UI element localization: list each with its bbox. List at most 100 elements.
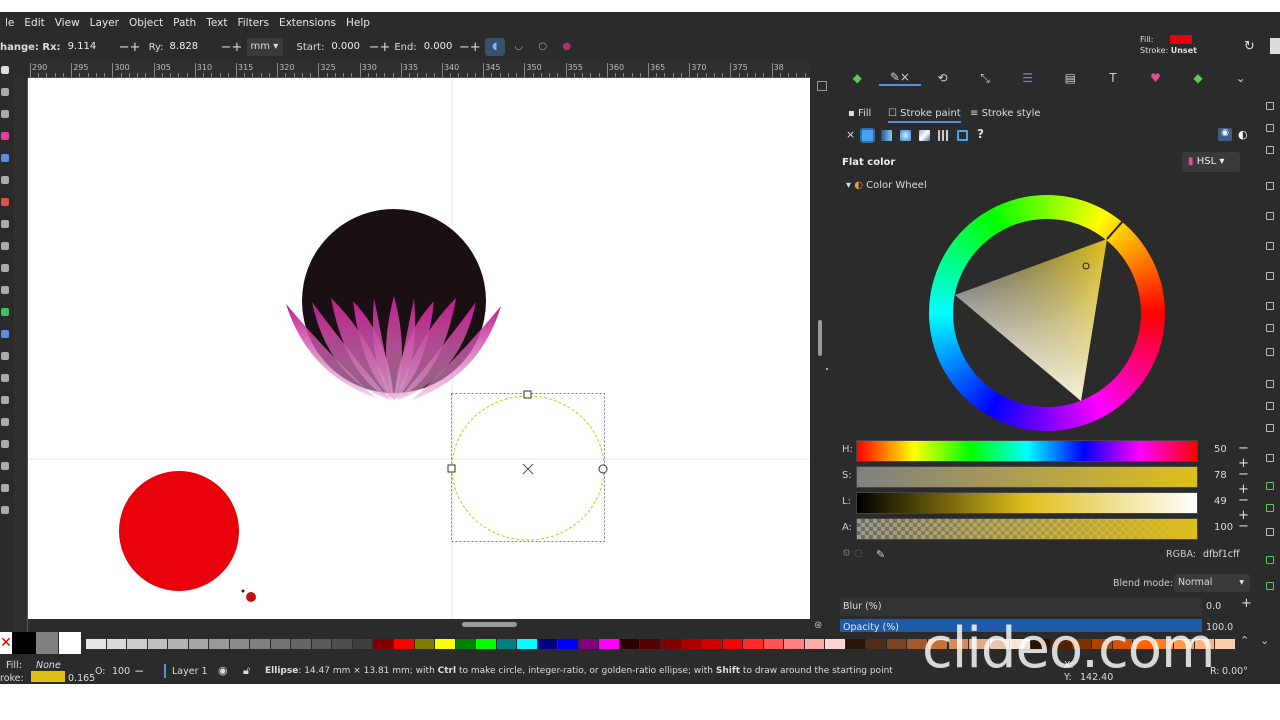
palette-swatch[interactable] bbox=[86, 639, 106, 649]
duplicate-icon[interactable] bbox=[1266, 402, 1274, 410]
menu-file[interactable]: le bbox=[0, 17, 19, 29]
color-wheel-expander[interactable]: ▾ ◐ Color Wheel bbox=[846, 180, 927, 191]
eraser-tool-icon[interactable] bbox=[1, 440, 9, 448]
layer-lock-icon[interactable]: 🔓︎ bbox=[243, 664, 250, 678]
palette-swatch[interactable] bbox=[866, 639, 886, 649]
hue-value[interactable]: 50 bbox=[1214, 444, 1227, 455]
alpha-slider[interactable] bbox=[856, 518, 1198, 540]
palette-swatch[interactable] bbox=[147, 639, 168, 649]
document-tab-icon[interactable]: ▤ bbox=[1049, 71, 1092, 85]
ungroup-icon[interactable] bbox=[1266, 504, 1274, 512]
layer-visibility-icon[interactable]: ◉ bbox=[218, 664, 228, 677]
clone-icon[interactable] bbox=[1266, 424, 1274, 432]
calligraphy-tool-icon[interactable] bbox=[1, 264, 9, 272]
palette-swatch[interactable] bbox=[414, 639, 435, 649]
open-icon[interactable] bbox=[1266, 124, 1274, 132]
lightness-slider[interactable] bbox=[856, 492, 1198, 514]
rect-tool-icon[interactable] bbox=[1, 132, 9, 140]
align-tab-icon[interactable]: ☰ bbox=[1006, 71, 1049, 85]
palette-swatch[interactable] bbox=[188, 639, 209, 649]
blur-slider[interactable]: Blur (%) bbox=[840, 598, 1202, 616]
mesh-gradient-icon[interactable] bbox=[919, 130, 930, 141]
import-icon[interactable] bbox=[1266, 212, 1274, 220]
palette-swatch[interactable] bbox=[537, 639, 558, 649]
menu-extensions[interactable]: Extensions bbox=[274, 17, 341, 29]
palette-swatch[interactable] bbox=[743, 639, 763, 649]
linear-gradient-icon[interactable] bbox=[881, 130, 892, 141]
rgba-input[interactable]: dfbf1cff bbox=[1203, 549, 1240, 560]
stroke-style-subtab[interactable]: ≡ Stroke style bbox=[970, 108, 1041, 119]
hue-slider[interactable] bbox=[856, 440, 1198, 462]
text-tool-icon[interactable] bbox=[1, 286, 9, 294]
palette-swatch[interactable] bbox=[825, 639, 845, 649]
zoom-icon[interactable] bbox=[1266, 380, 1274, 388]
new-doc-icon[interactable] bbox=[1266, 102, 1274, 110]
chord-mode-icon[interactable]: ○ bbox=[533, 38, 553, 56]
rx-input[interactable]: 9.114 bbox=[64, 38, 119, 56]
palette-swatch[interactable] bbox=[763, 639, 784, 649]
menu-help[interactable]: Help bbox=[341, 17, 375, 29]
palette-swatch[interactable] bbox=[394, 639, 414, 649]
pencil-tool-icon[interactable] bbox=[1, 220, 9, 228]
ellipse-tool-icon[interactable] bbox=[1, 154, 9, 162]
current-layer[interactable]: Layer 1 bbox=[172, 666, 208, 677]
palette-swatch[interactable] bbox=[270, 639, 291, 649]
palette-swatch[interactable] bbox=[291, 639, 311, 649]
palette-menu-icon[interactable]: ⌃ bbox=[1240, 634, 1249, 647]
unit-select[interactable]: mm ▾ bbox=[246, 38, 283, 56]
black-swatch[interactable] bbox=[12, 632, 36, 654]
eyedropper-icon[interactable]: ✎ bbox=[876, 548, 885, 561]
paint-bucket-tool-icon[interactable] bbox=[1, 374, 9, 382]
status-fill-value[interactable]: None bbox=[36, 660, 61, 671]
fill-stroke-tab-icon[interactable]: ✎× bbox=[878, 70, 922, 86]
swatch-icon[interactable] bbox=[957, 130, 968, 141]
dock-menu-icon[interactable]: ⌄ bbox=[1219, 71, 1262, 85]
palette-swatch[interactable] bbox=[845, 639, 866, 649]
color-mode-select[interactable]: ▮ HSL ▾ bbox=[1182, 152, 1240, 172]
palette-swatch[interactable] bbox=[435, 639, 455, 649]
picker-tools-icons[interactable]: ⚙ ◌ bbox=[842, 548, 863, 559]
mesh-tool-icon[interactable] bbox=[1, 330, 9, 338]
drawing-canvas[interactable] bbox=[28, 78, 810, 619]
zoom-tool-icon[interactable] bbox=[1, 506, 9, 514]
start-end-handle[interactable] bbox=[598, 464, 608, 474]
palette-swatch[interactable] bbox=[702, 639, 722, 649]
palette-swatch[interactable] bbox=[250, 639, 270, 649]
palette-swatch[interactable] bbox=[209, 639, 229, 649]
blur-plus[interactable]: + bbox=[1241, 596, 1252, 611]
paste-icon[interactable] bbox=[1266, 348, 1274, 356]
ry-minus-plus[interactable]: −+ bbox=[221, 40, 243, 55]
opacity-short-minus[interactable]: − bbox=[134, 664, 144, 678]
layers-tab-icon[interactable]: ◆ bbox=[836, 71, 879, 85]
status-stroke-swatch[interactable] bbox=[31, 671, 65, 682]
menu-view[interactable]: View bbox=[50, 17, 85, 29]
no-paint-icon[interactable]: × bbox=[846, 128, 855, 141]
xml-icon[interactable] bbox=[1266, 582, 1274, 590]
saturation-slider[interactable] bbox=[856, 466, 1198, 488]
palette-swatch[interactable] bbox=[722, 639, 743, 649]
palette-swatch[interactable] bbox=[332, 639, 352, 649]
palette-swatch[interactable] bbox=[496, 639, 517, 649]
fill-rule-evenodd-icon[interactable]: ◉ bbox=[1218, 128, 1232, 141]
menu-filters[interactable]: Filters bbox=[232, 17, 273, 29]
palette-swatch[interactable] bbox=[661, 639, 681, 649]
lock-icon[interactable] bbox=[1, 66, 9, 74]
pattern-icon[interactable] bbox=[938, 130, 949, 141]
rotation-value[interactable]: 0.00° bbox=[1222, 666, 1248, 677]
start-minus-plus[interactable]: −+ bbox=[368, 40, 390, 55]
cut-icon[interactable] bbox=[1266, 324, 1274, 332]
undo-icon[interactable] bbox=[1266, 242, 1274, 250]
palette-swatch[interactable] bbox=[804, 639, 825, 649]
alpha-value[interactable]: 100 bbox=[1214, 522, 1233, 533]
menu-layer[interactable]: Layer bbox=[85, 17, 124, 29]
stroke-paint-subtab[interactable]: ☐ Stroke paint bbox=[888, 108, 961, 123]
end-minus-plus[interactable]: −+ bbox=[459, 40, 481, 55]
zoom-corner-icon[interactable]: ⊛ bbox=[814, 620, 822, 631]
arc-mode-icon[interactable]: ◡ bbox=[509, 38, 529, 56]
unset-paint-icon[interactable]: ? bbox=[977, 127, 984, 141]
rx-minus-plus[interactable]: −+ bbox=[119, 40, 141, 55]
fill-subtab[interactable]: ▪ Fill bbox=[848, 108, 871, 119]
snap-rotate-icon[interactable]: ↻ bbox=[1244, 39, 1255, 54]
gray-swatch[interactable] bbox=[36, 632, 58, 654]
vertical-scroll-thumb[interactable] bbox=[818, 320, 822, 356]
